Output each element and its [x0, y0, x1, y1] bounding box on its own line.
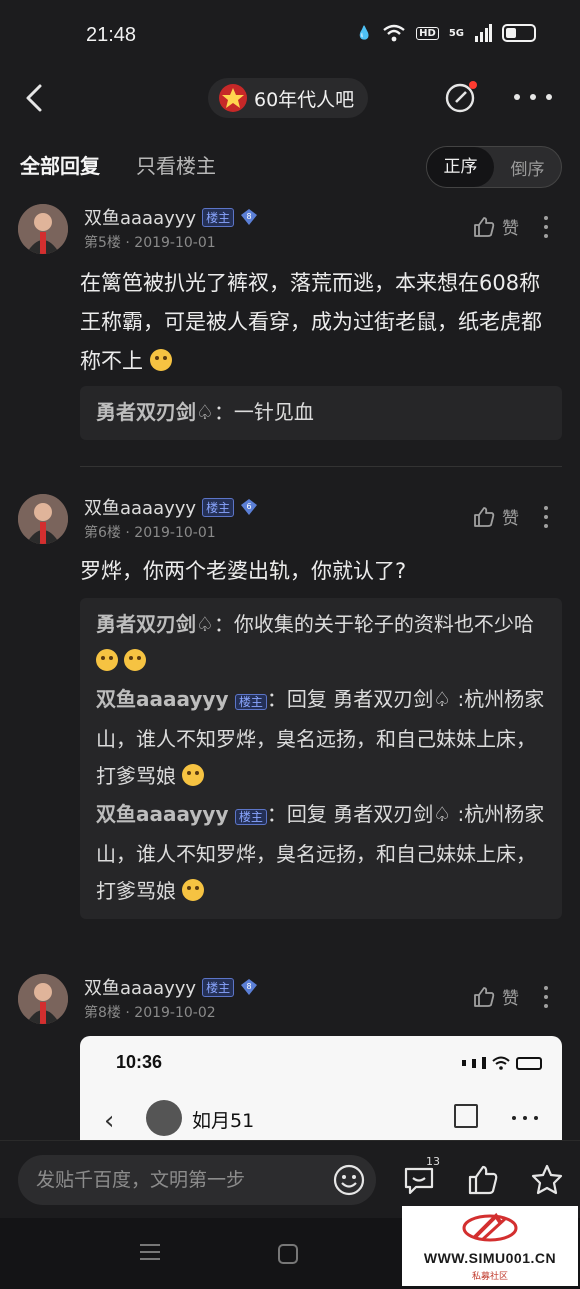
top-nav: 60年代人吧 [0, 72, 580, 126]
thumbs-up-icon [474, 986, 495, 1007]
post-username[interactable]: 双鱼aaaayyy 楼主 8 [84, 974, 258, 1000]
post-meta: 第8楼 · 2019-10-02 [84, 1005, 216, 1021]
op-badge: 楼主 [234, 809, 267, 825]
sort-asc-option[interactable]: 正序 [427, 147, 494, 187]
post-more-icon[interactable] [544, 986, 552, 1008]
watermark-subtitle: 私募社区 [471, 1272, 508, 1282]
embedded-share-icon [454, 1104, 478, 1128]
wifi-icon [383, 24, 405, 42]
watermark-url: WWW.SIMU001.CN [423, 1250, 557, 1266]
comment-count: 13 [426, 1155, 440, 1168]
thumbs-up-icon [474, 216, 495, 237]
like-button[interactable]: 赞 [472, 984, 519, 1009]
embedded-back-icon: ‹ [104, 1106, 115, 1136]
edit-post-icon[interactable] [444, 80, 478, 114]
op-badge: 楼主 [234, 694, 267, 710]
more-options-button[interactable] [514, 84, 552, 110]
sub-replies: 勇者双刃剑♤：一针见血 [80, 386, 562, 440]
status-icons: 💧 HD 5G [356, 24, 536, 42]
status-time: 21:48 [86, 24, 137, 46]
comment-icon[interactable] [402, 1163, 436, 1197]
op-badge: 楼主 [202, 497, 235, 517]
battery-icon [502, 24, 536, 42]
watermark-logo-icon [462, 1212, 518, 1242]
embedded-status-icons [462, 1056, 542, 1070]
emoji-icon [96, 649, 118, 671]
forum-avatar-icon [219, 84, 247, 112]
op-badge: 楼主 [202, 207, 235, 227]
emoji-icon [149, 349, 172, 371]
emoji-picker-icon[interactable] [332, 1163, 366, 1197]
emoji-icon [124, 649, 147, 671]
level-gem-icon: 8 [241, 979, 258, 995]
sort-desc-option[interactable]: 倒序 [494, 155, 561, 180]
divider [80, 466, 562, 467]
like-button[interactable]: 赞 [472, 504, 519, 529]
sub-reply[interactable]: 勇者双刃剑♤：你收集的关于轮子的资料也不少哈 [96, 606, 546, 680]
reply-filter-tabs: 全部回复 只看楼主 正序 倒序 [0, 140, 580, 194]
avatar[interactable] [18, 204, 68, 254]
tab-all-replies[interactable]: 全部回复 [20, 150, 100, 179]
post-body: 罗烨，你两个老婆出轨，你就认了? [80, 559, 407, 583]
sub-reply[interactable]: 双鱼aaaayyy 楼主 ：回复 勇者双刃剑♤ :杭州杨家山，谁人不知罗烨，臭名远… [96, 681, 546, 795]
svg-text:6: 6 [247, 502, 252, 511]
embedded-screenshot-image[interactable]: 10:36 ‹ 如月51 [80, 1036, 562, 1140]
emoji-icon [182, 764, 205, 786]
water-drop-icon: 💧 [355, 25, 373, 41]
post-more-icon[interactable] [544, 216, 552, 238]
post-more-icon[interactable] [544, 506, 552, 528]
embedded-avatar [146, 1100, 182, 1136]
post-meta: 第5楼 · 2019-10-01 [84, 235, 216, 251]
home-icon[interactable] [278, 1244, 298, 1264]
post-body: 在篱笆被扒光了裤衩，落荒而逃，本来想在608称王称霸，可是被人看穿，成为过街老鼠… [80, 271, 542, 373]
embedded-time: 10:36 [116, 1052, 163, 1072]
sort-order-toggle[interactable]: 正序 倒序 [426, 146, 562, 188]
svg-text:8: 8 [247, 212, 252, 221]
reply-input[interactable] [18, 1155, 318, 1205]
post-username[interactable]: 双鱼aaaayyy 楼主 6 [84, 494, 258, 520]
signal-icon [475, 24, 492, 42]
forum-name: 60年代人吧 [254, 88, 355, 111]
site-watermark: WWW.SIMU001.CN 私募社区 [402, 1206, 578, 1286]
tab-op-only[interactable]: 只看楼主 [136, 150, 216, 179]
forum-title-pill[interactable]: 60年代人吧 [208, 78, 369, 118]
thumbs-up-icon [474, 506, 495, 527]
post-username[interactable]: 双鱼aaaayyy 楼主 8 [84, 204, 258, 230]
op-badge: 楼主 [202, 977, 235, 997]
svg-text:8: 8 [247, 982, 252, 991]
sub-reply[interactable]: 双鱼aaaayyy 楼主 ：回复 勇者双刃剑♤ :杭州杨家山，谁人不知罗烨，臭名远… [96, 796, 546, 910]
like-button[interactable]: 赞 [472, 214, 519, 239]
hd-badge: HD [416, 26, 439, 40]
thread-list: 双鱼aaaayyy 楼主 8 第5楼 · 2019-10-01 赞 在篱笆被扒光… [0, 196, 580, 1140]
network-label: 5G [448, 27, 464, 39]
embedded-name: 如月51 [192, 1110, 255, 1132]
sub-reply[interactable]: 勇者双刃剑♤：一针见血 [96, 394, 546, 431]
recent-apps-icon[interactable] [140, 1244, 160, 1260]
avatar[interactable] [18, 494, 68, 544]
post-meta: 第6楼 · 2019-10-01 [84, 525, 216, 541]
thumbs-up-icon[interactable] [466, 1163, 500, 1197]
embedded-more-icon [512, 1116, 538, 1120]
emoji-icon [182, 879, 205, 901]
avatar[interactable] [18, 974, 68, 1024]
level-gem-icon: 6 [241, 499, 258, 515]
back-arrow-icon[interactable] [20, 78, 50, 118]
sub-replies: 勇者双刃剑♤：你收集的关于轮子的资料也不少哈 双鱼aaaayyy 楼主 ：回复 勇… [80, 598, 562, 919]
level-gem-icon: 8 [241, 209, 258, 225]
star-icon[interactable] [530, 1163, 564, 1197]
status-bar: 21:48 💧 HD 5G [0, 0, 580, 72]
reply-input-container[interactable] [18, 1155, 376, 1205]
